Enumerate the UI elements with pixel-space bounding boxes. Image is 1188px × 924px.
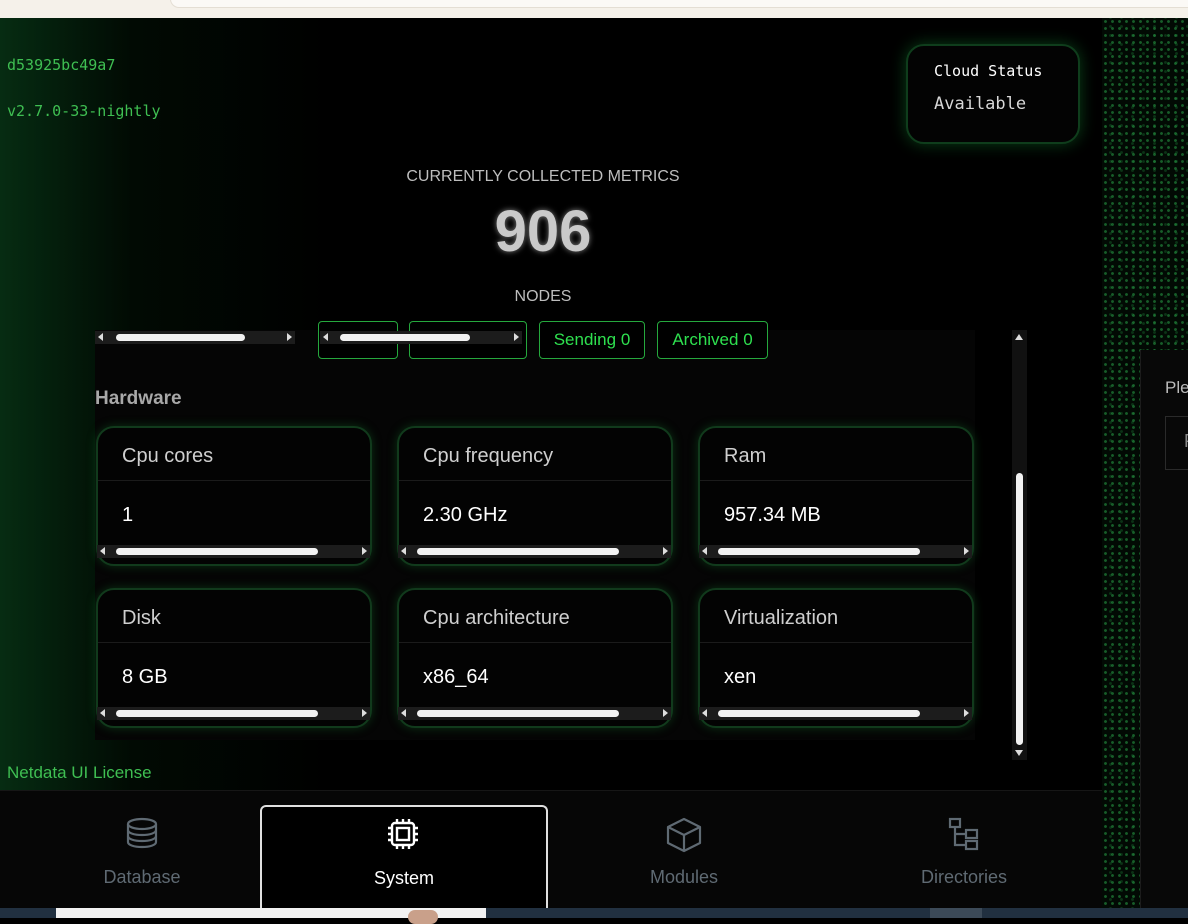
side-panel-text: Ple bbox=[1165, 378, 1188, 397]
tab-label: Modules bbox=[649, 867, 719, 887]
taskbar-window[interactable] bbox=[930, 908, 982, 918]
tab-system[interactable]: System bbox=[260, 805, 548, 913]
card-label: Cpu frequency bbox=[423, 445, 554, 467]
database-icon bbox=[126, 817, 158, 849]
tab-label: Database bbox=[103, 867, 181, 887]
card-value: 1 bbox=[122, 504, 134, 526]
horizontal-scrollbar[interactable] bbox=[699, 707, 972, 720]
cloud-status-value: Available bbox=[934, 94, 1027, 114]
card-value: 957.34 MB bbox=[724, 504, 821, 526]
cpu-chip-icon bbox=[388, 819, 418, 849]
tab-modules[interactable]: Modules bbox=[542, 791, 826, 909]
card-label: Ram bbox=[724, 445, 767, 467]
vertical-scrollbar[interactable] bbox=[1012, 330, 1027, 760]
node-counter-sending[interactable]: Sending 0 bbox=[539, 321, 645, 359]
tab-database[interactable]: Database bbox=[0, 791, 284, 909]
horizontal-scrollbar[interactable] bbox=[699, 545, 972, 558]
side-panel-input[interactable]: P bbox=[1165, 416, 1188, 470]
tab-label: System bbox=[373, 868, 434, 888]
tab-directories[interactable]: Directories bbox=[822, 791, 1106, 909]
side-panel: Ple P bbox=[1140, 350, 1188, 910]
agent-id: d53925bc49a7 bbox=[7, 56, 116, 74]
tab-label: Directories bbox=[920, 867, 1008, 887]
metrics-count: 906 bbox=[494, 199, 592, 264]
card-label: Cpu cores bbox=[122, 445, 214, 467]
horizontal-scrollbar[interactable] bbox=[97, 545, 370, 558]
modal-tab-bar: Database System Modules Directories bbox=[0, 790, 1102, 913]
card-label: Virtualization bbox=[724, 607, 839, 629]
hardware-heading: Hardware bbox=[95, 388, 182, 409]
os-taskbar bbox=[0, 908, 1188, 924]
card-value: x86_64 bbox=[423, 666, 489, 688]
card-value: xen bbox=[724, 666, 757, 688]
agent-version: v2.7.0-33-nightly bbox=[7, 102, 161, 120]
folder-tree-icon bbox=[948, 817, 979, 851]
horizontal-scrollbar[interactable] bbox=[97, 707, 370, 720]
horizontal-scrollbar[interactable] bbox=[95, 331, 295, 344]
horizontal-scrollbar[interactable] bbox=[398, 545, 671, 558]
card-value: 8 GB bbox=[122, 666, 168, 688]
node-counter-archived[interactable]: Archived 0 bbox=[657, 321, 768, 359]
card-label: Cpu architecture bbox=[423, 607, 570, 629]
horizontal-scrollbar[interactable] bbox=[320, 331, 522, 344]
cube-icon bbox=[666, 817, 702, 853]
system-info-modal: d53925bc49a7 v2.7.0-33-nightly Cloud Sta… bbox=[0, 18, 1102, 913]
cloud-status-card: Cloud Status Available bbox=[906, 44, 1080, 144]
card-label: Disk bbox=[122, 607, 161, 629]
browser-address-bar[interactable] bbox=[170, 0, 1188, 8]
nodes-label: NODES bbox=[514, 288, 572, 305]
license-link[interactable]: Netdata UI License bbox=[7, 763, 152, 783]
horizontal-scrollbar[interactable] bbox=[398, 707, 671, 720]
card-value: 2.30 GHz bbox=[423, 504, 508, 526]
metrics-label: CURRENTLY COLLECTED METRICS bbox=[406, 168, 680, 185]
cloud-status-title: Cloud Status bbox=[934, 62, 1043, 80]
taskbar-window[interactable] bbox=[56, 908, 486, 924]
browser-top-strip bbox=[0, 0, 1188, 18]
